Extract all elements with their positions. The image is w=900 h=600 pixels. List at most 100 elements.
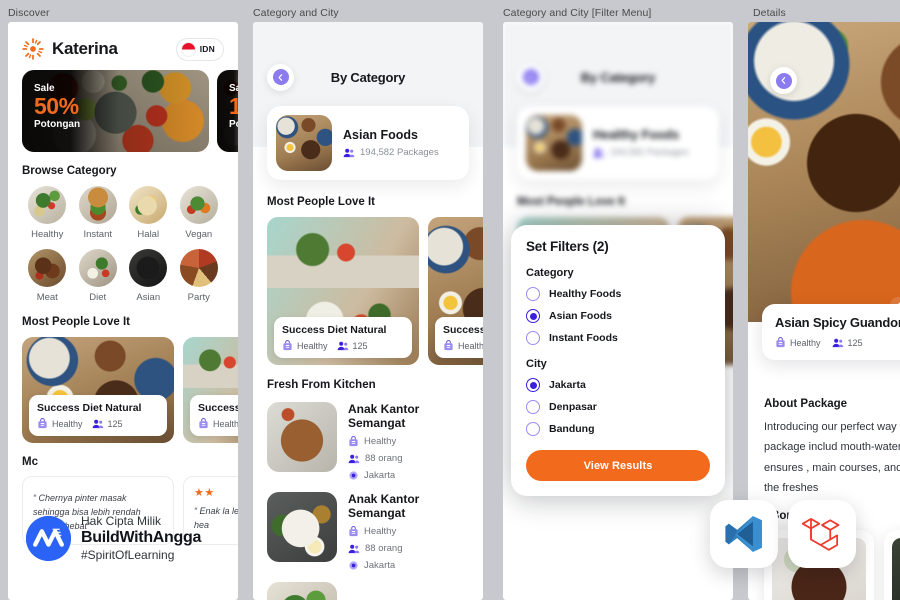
list-item-title: Anak Kantor Semangat: [348, 492, 420, 520]
watermark-line-3: #SpiritOfLearning: [81, 547, 175, 562]
category-hero-card[interactable]: Healthy Foods 194,582 Packages: [517, 106, 719, 180]
filter-option-denpasar[interactable]: Denpasar: [526, 400, 710, 414]
indonesia-flag-icon: [180, 41, 196, 57]
language-selector[interactable]: IDN: [175, 37, 224, 61]
category-item-instant[interactable]: Instant: [73, 186, 124, 240]
category-label: Party: [187, 292, 210, 303]
tag-text: Healthy: [52, 418, 83, 429]
list-item[interactable]: Anak Kantor Semangat Healthy 88 orang Ja…: [267, 402, 469, 481]
category-item-asian[interactable]: Asian: [123, 249, 174, 303]
bag-icon: [38, 418, 47, 429]
people-icon: [348, 544, 360, 553]
reviews-title: Mc: [22, 456, 38, 468]
filter-option-bandung[interactable]: Bandung: [526, 422, 710, 436]
food-card-title: Success D: [198, 402, 238, 414]
location-pin-icon: [349, 471, 358, 480]
detail-title-card: Asian Spicy Guandon Healthy 125: [762, 304, 900, 360]
buildwithangga-logo-icon: [26, 516, 71, 562]
food-card[interactable]: Success D Healthy: [183, 337, 238, 443]
back-button[interactable]: [770, 67, 797, 94]
most-loved-title: Most People Love It: [267, 196, 375, 208]
view-results-button[interactable]: View Results: [526, 450, 710, 481]
bag-icon: [349, 526, 358, 537]
list-item[interactable]: [267, 582, 469, 600]
list-item[interactable]: Anak Kantor Semangat Healthy 88 orang Ja…: [267, 492, 469, 571]
food-card[interactable]: Success D Healthy: [428, 217, 483, 365]
radio-icon-selected[interactable]: [526, 378, 540, 392]
filter-option-healthy-foods[interactable]: Healthy Foods: [526, 287, 710, 301]
filter-option-label: Instant Foods: [549, 332, 618, 344]
discover-header: Katerina IDN: [22, 22, 224, 66]
promo-banner-carousel[interactable]: Sale 50% Potongan Sale 12 Poto: [22, 70, 238, 152]
chevron-left-icon: [775, 72, 792, 89]
category-item-meat[interactable]: Meat: [22, 249, 73, 303]
floating-app-icons: [710, 500, 856, 568]
laravel-icon[interactable]: [788, 500, 856, 568]
most-loved-carousel[interactable]: Success Diet Natural Healthy 125 Success…: [267, 217, 483, 365]
category-item-healthy[interactable]: Healthy: [22, 186, 73, 240]
people-icon: [832, 338, 843, 347]
bag-icon: [349, 436, 358, 447]
radio-icon[interactable]: [526, 331, 540, 345]
filter-option-asian-foods[interactable]: Asian Foods: [526, 309, 710, 323]
list-thumb: [267, 492, 337, 562]
radio-icon-selected[interactable]: [526, 309, 540, 323]
list-item-tag: Healthy: [348, 526, 469, 537]
promo-banner[interactable]: Sale 50% Potongan: [22, 70, 209, 152]
vscode-icon[interactable]: [710, 500, 778, 568]
bonus-card[interactable]: [884, 530, 900, 600]
radio-icon[interactable]: [526, 287, 540, 301]
banner-percent: 50%: [34, 93, 79, 119]
category-item-party[interactable]: Party: [174, 249, 225, 303]
category-thumb: [179, 249, 218, 287]
category-item-diet[interactable]: Diet: [73, 249, 124, 303]
list-item-city: Jakarta: [348, 560, 469, 571]
food-card[interactable]: Success Diet Natural Healthy 125: [22, 337, 174, 443]
filter-option-jakarta[interactable]: Jakarta: [526, 378, 710, 392]
category-item-vegan[interactable]: Vegan: [174, 186, 225, 240]
category-body: Most People Love It Success Diet Natural: [253, 196, 483, 600]
category-label: Meat: [36, 292, 58, 303]
food-card[interactable]: Success Diet Natural Healthy 125: [267, 217, 419, 365]
category-label: Diet: [89, 292, 107, 303]
city-text: Jakarta: [364, 470, 396, 481]
category-thumb: [28, 186, 67, 224]
food-card-label: Success Diet Natural Healthy 125: [29, 395, 167, 436]
food-card-label: Success Diet Natural Healthy 125: [274, 317, 412, 358]
watermark-buildwithangga: Hak Cipta Milik BuildWithAngga #SpiritOf…: [26, 514, 201, 563]
tag-text: Healthy: [364, 526, 397, 537]
people-icon: [343, 148, 355, 157]
tag-text: Healthy: [364, 436, 397, 447]
category-hero-thumb: [276, 115, 332, 171]
packages-text: 194,582 Packages: [610, 147, 689, 158]
most-loved-carousel[interactable]: Success Diet Natural Healthy 125 Success…: [22, 337, 238, 443]
banner-potongan-label: Poto: [229, 118, 238, 130]
food-card-tag: Healthy: [198, 418, 238, 429]
count-text: 125: [352, 340, 368, 351]
category-hero-title: Asian Foods: [343, 128, 419, 142]
category-thumb: [129, 249, 168, 287]
promo-banner-next[interactable]: Sale 12 Poto: [217, 70, 238, 152]
fresh-from-kitchen-title: Fresh From Kitchen: [267, 379, 376, 391]
people-icon: [92, 419, 103, 428]
food-card-title: Success D: [443, 324, 483, 336]
packages-text: 194,582 Packages: [360, 147, 439, 158]
bag-icon: [444, 340, 453, 351]
category-label: Halal: [137, 229, 160, 240]
filter-option-instant-foods[interactable]: Instant Foods: [526, 331, 710, 345]
panel-label-category-city: Category and City: [253, 7, 339, 19]
people-icon: [337, 341, 348, 350]
radio-icon[interactable]: [526, 400, 540, 414]
category-thumb: [129, 186, 168, 224]
people-text: 88 orang: [365, 453, 403, 464]
panel-label-filter-menu: Category and City [Filter Menu]: [503, 7, 652, 19]
filter-sheet-title: Set Filters (2): [526, 239, 609, 254]
panel-label-discover: Discover: [8, 7, 50, 19]
category-hero-card[interactable]: Asian Foods 194,582 Packages: [267, 106, 469, 180]
category-label: Vegan: [185, 229, 213, 240]
category-item-halal[interactable]: Halal: [123, 186, 174, 240]
detail-hero-image: [748, 22, 900, 322]
category-header-title: By Category: [330, 69, 406, 85]
food-card-label: Success D Healthy: [190, 395, 238, 436]
radio-icon[interactable]: [526, 422, 540, 436]
